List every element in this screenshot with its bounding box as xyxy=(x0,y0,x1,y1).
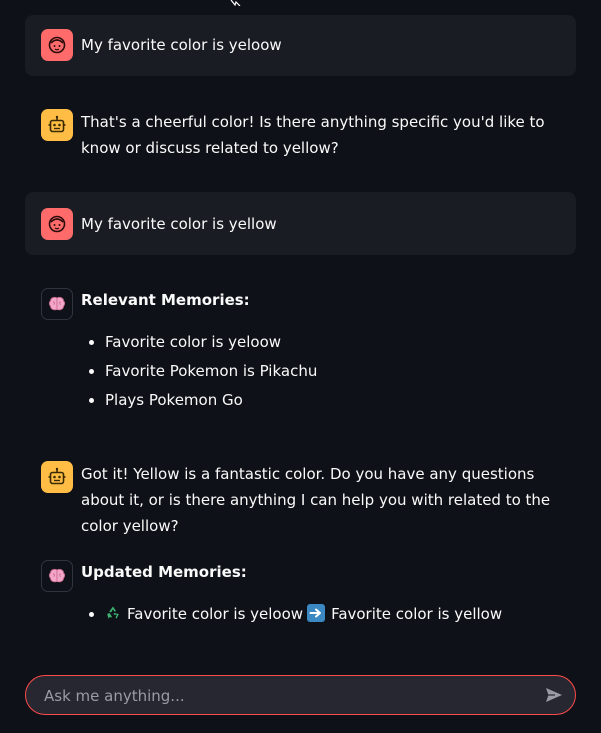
chat-message-assistant: That's a cheerful color! Is there anythi… xyxy=(25,94,576,174)
assistant-avatar xyxy=(41,461,73,493)
chat-input[interactable] xyxy=(42,676,526,716)
memory-list: Favorite color is yeloow Favorite Pokemo… xyxy=(81,328,317,415)
memory-heading: Relevant Memories: xyxy=(81,291,250,309)
message-text: Got it! Yellow is a fantastic color. Do … xyxy=(81,465,551,535)
user-face-icon xyxy=(48,36,66,54)
memory-heading: Updated Memories: xyxy=(81,563,247,581)
list-item: Plays Pokemon Go xyxy=(105,386,317,415)
user-face-icon xyxy=(48,215,66,233)
mouse-cursor-icon xyxy=(230,0,241,6)
right-arrow-icon xyxy=(307,604,326,622)
chat-input-container xyxy=(25,675,576,716)
memory-new-value: Favorite color is yellow xyxy=(331,605,503,623)
recycle-icon xyxy=(107,606,119,619)
user-avatar xyxy=(41,29,73,61)
memory-old-value: Favorite color is yeloow xyxy=(127,605,304,623)
assistant-avatar xyxy=(41,109,73,141)
robot-icon xyxy=(48,115,66,133)
chat-message-user: My favorite color is yeloow xyxy=(25,15,576,76)
robot-icon xyxy=(48,467,66,485)
user-avatar xyxy=(41,208,73,240)
list-item: Favorite color is yeloow Favorite color … xyxy=(105,600,502,629)
message-text: My favorite color is yellow xyxy=(81,215,277,233)
chat-message-memory: Relevant Memories: Favorite color is yel… xyxy=(25,273,576,433)
memory-avatar xyxy=(41,560,73,592)
send-button[interactable] xyxy=(543,684,565,706)
memory-avatar xyxy=(41,288,73,320)
chat-message-memory: Updated Memories: Favorite color is yelo… xyxy=(25,545,576,645)
chat-container: My favorite color is yeloow That's a che… xyxy=(0,0,601,733)
list-item: Favorite color is yeloow xyxy=(105,328,317,357)
message-text: My favorite color is yeloow xyxy=(81,36,282,54)
brain-icon xyxy=(48,296,66,311)
send-icon xyxy=(546,688,562,702)
chat-message-assistant: Got it! Yellow is a fantastic color. Do … xyxy=(25,446,576,535)
memory-list: Favorite color is yeloow Favorite color … xyxy=(81,600,502,629)
list-item: Favorite Pokemon is Pikachu xyxy=(105,357,317,386)
message-text: That's a cheerful color! Is there anythi… xyxy=(81,113,545,157)
chat-message-user: My favorite color is yellow xyxy=(25,192,576,255)
brain-icon xyxy=(48,568,66,583)
